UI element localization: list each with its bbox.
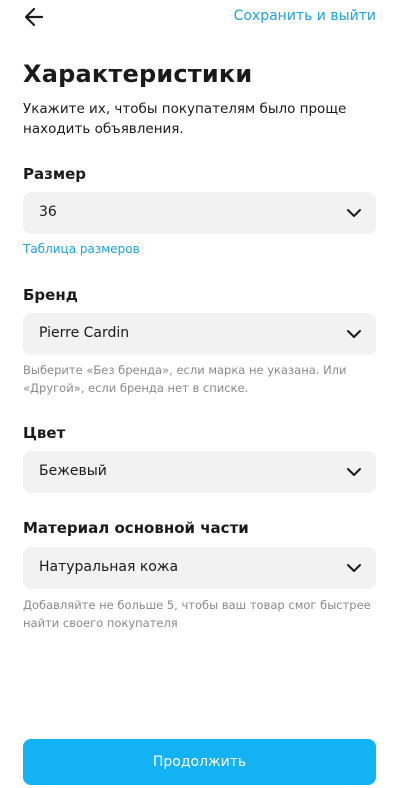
brand-hint: Выберите «Без бренда», если марка не ука… [23,363,347,395]
color-label: Цвет [23,424,66,442]
arrow-left-icon [22,5,50,29]
size-select[interactable]: 36 [23,192,376,234]
brand-select[interactable]: Pierre Cardin [23,313,376,355]
chevron-down-icon [346,207,362,219]
chevron-down-icon [346,562,362,574]
characteristics-screen: Сохранить и выйти Характеристики Укажите… [0,0,400,788]
material-label: Материал основной части [23,519,249,537]
top-bar: Сохранить и выйти [0,0,400,34]
size-chart-link[interactable]: Таблица размеров [23,242,140,256]
material-select[interactable]: Натуральная кожа [23,547,376,589]
material-value: Натуральная кожа [39,559,179,575]
continue-button[interactable]: Продолжить [23,739,376,785]
chevron-down-icon [346,328,362,340]
chevron-down-icon [346,466,362,478]
color-value: Бежевый [39,463,107,479]
size-label: Размер [23,165,87,183]
back-button[interactable] [22,5,50,29]
brand-label: Бренд [23,286,78,304]
color-select[interactable]: Бежевый [23,451,376,493]
material-hint: Добавляйте не больше 5, чтобы ваш товар … [23,598,371,630]
save-and-exit-button[interactable]: Сохранить и выйти [234,8,376,24]
page-subtitle: Укажите их, чтобы покупателям было проще… [23,101,347,137]
size-value: 36 [39,204,57,220]
brand-value: Pierre Cardin [39,325,130,341]
page-title: Характеристики [23,60,253,88]
